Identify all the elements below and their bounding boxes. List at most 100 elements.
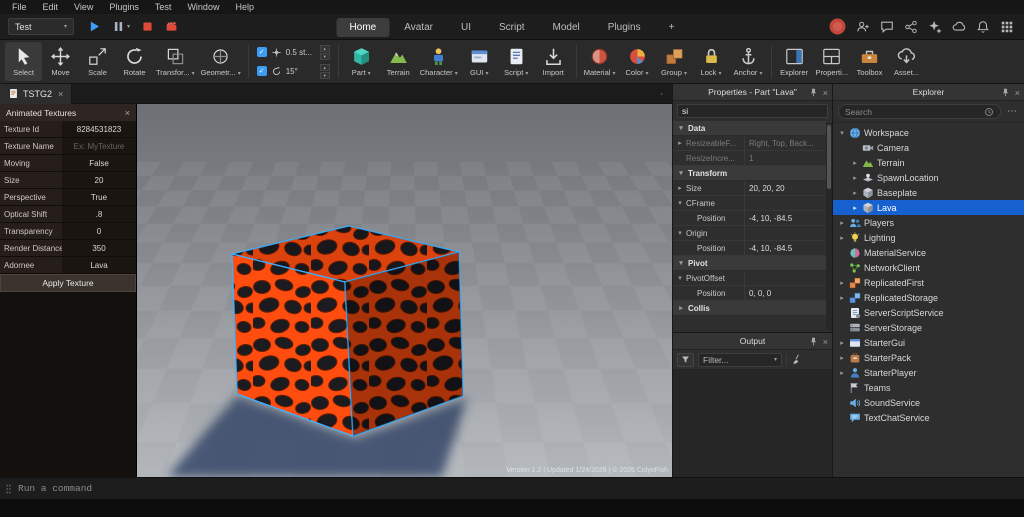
explorer-more-button[interactable]: ⋯ xyxy=(1005,106,1019,117)
ribbon-select-button[interactable]: Select xyxy=(5,42,42,81)
explorer-node-networkclient[interactable]: NetworkClient xyxy=(833,260,1024,275)
ribbon-gui-button[interactable]: GUI ▾ xyxy=(461,42,498,81)
explorer-node-baseplate[interactable]: ▸ Baseplate xyxy=(833,185,1024,200)
tab-avatar[interactable]: Avatar xyxy=(391,18,446,37)
ribbon-material-button[interactable]: Material ▾ xyxy=(581,42,619,81)
explorer-node-starterplayer[interactable]: ▸ StarterPlayer xyxy=(833,365,1024,380)
chevron-right-icon[interactable]: ▸ xyxy=(851,174,859,182)
close-icon[interactable]: × xyxy=(125,108,130,118)
viewport-3d[interactable]: Version 1.2 | Updated 1/24/2026 | © 2026… xyxy=(137,104,672,477)
close-icon[interactable]: × xyxy=(823,88,828,98)
prop-row-resizeincre[interactable]: ResizeIncre... 1 xyxy=(673,151,832,166)
ribbon-toolbox-button[interactable]: Toolbox xyxy=(851,42,888,81)
pin-icon[interactable] xyxy=(809,337,818,346)
prop-value[interactable] xyxy=(745,226,832,240)
clapper-button[interactable] xyxy=(165,20,178,33)
command-bar-input[interactable] xyxy=(18,483,1019,494)
explorer-node-replicatedfirst[interactable]: ▸ ReplicatedFirst xyxy=(833,275,1024,290)
plugin-input-texture-name[interactable]: Ex: MyTexture xyxy=(62,138,136,154)
notifications-button[interactable] xyxy=(976,20,990,34)
command-bar[interactable] xyxy=(0,477,1024,499)
tab-model[interactable]: Model xyxy=(540,18,593,37)
chevron-right-icon[interactable]: ▸ xyxy=(851,159,859,167)
prop-value[interactable]: 1 xyxy=(745,151,832,165)
explorer-node-starterpack[interactable]: ▸ StarterPack xyxy=(833,350,1024,365)
invite-button[interactable] xyxy=(856,20,870,34)
menu-edit[interactable]: Edit xyxy=(35,0,67,14)
menu-help[interactable]: Help xyxy=(227,0,262,14)
explorer-node-materialservice[interactable]: MaterialService xyxy=(833,245,1024,260)
properties-header[interactable]: Properties - Part "Lava" × xyxy=(673,84,832,101)
feedback-button[interactable] xyxy=(880,20,894,34)
chevron-right-icon[interactable]: ▸ xyxy=(838,294,846,302)
prop-row-pivotoffset[interactable]: ▾ PivotOffset xyxy=(673,271,832,286)
grip-handle-icon[interactable] xyxy=(5,482,12,496)
pin-icon[interactable] xyxy=(809,88,818,97)
share-button[interactable] xyxy=(904,20,918,34)
snap-value[interactable]: 0.5 st... xyxy=(286,48,316,57)
ribbon-anchor-button[interactable]: Anchor ▾ xyxy=(730,42,767,81)
close-icon[interactable]: × xyxy=(823,337,828,347)
ribbon-transfor-button[interactable]: Transfor... ▾ xyxy=(153,42,198,81)
pin-icon[interactable] xyxy=(1001,88,1010,97)
prop-row-size[interactable]: ▸ Size 20, 20, 20 xyxy=(673,181,832,196)
chevron-right-icon[interactable]: ▸ xyxy=(838,234,846,242)
close-icon[interactable]: × xyxy=(58,89,63,99)
ribbon-import-button[interactable]: Import xyxy=(535,42,572,81)
prop-row-position[interactable]: Position -4, 10, -84.5 xyxy=(673,241,832,256)
tab-script[interactable]: Script xyxy=(486,18,538,37)
explorer-node-lava[interactable]: ▸ Lava xyxy=(833,200,1024,215)
plugin-input-perspective[interactable]: True xyxy=(62,189,136,205)
prop-section-transform[interactable]: ▾ Transform xyxy=(673,166,832,181)
explorer-node-teams[interactable]: Teams xyxy=(833,380,1024,395)
ribbon-scale-button[interactable]: Scale xyxy=(79,42,116,81)
chevron-right-icon[interactable]: ▸ xyxy=(851,189,859,197)
explorer-node-players[interactable]: ▸ Players xyxy=(833,215,1024,230)
prop-section-data[interactable]: ▾ Data xyxy=(673,121,832,136)
prop-row-origin[interactable]: ▾ Origin xyxy=(673,226,832,241)
explorer-node-spawnlocation[interactable]: ▸ SpawnLocation xyxy=(833,170,1024,185)
prop-row-cframe[interactable]: ▾ CFrame xyxy=(673,196,832,211)
explorer-header[interactable]: Explorer × xyxy=(833,84,1024,101)
chevron-right-icon[interactable]: ▸ xyxy=(838,354,846,362)
explorer-node-replicatedstorage[interactable]: ▸ ReplicatedStorage xyxy=(833,290,1024,305)
apps-button[interactable] xyxy=(1000,20,1014,34)
ribbon-properti-button[interactable]: Properti... xyxy=(813,42,852,81)
plugin-input-adornee[interactable]: Lava xyxy=(62,257,136,273)
ribbon-asset-button[interactable]: Asset... xyxy=(888,42,925,81)
doc-tab-tstg2[interactable]: TSTG2 × xyxy=(0,83,73,104)
ribbon-geometr-button[interactable]: Geometr... ▾ xyxy=(198,42,244,81)
chevron-down-icon[interactable]: ▾ xyxy=(838,129,846,137)
explorer-node-textchatservice[interactable]: TextChatService xyxy=(833,410,1024,425)
snap-value[interactable]: 15° xyxy=(286,67,316,76)
plugin-input-optical-shift[interactable]: .8 xyxy=(62,206,136,222)
prop-value[interactable]: -4, 10, -84.5 xyxy=(745,241,832,255)
chevron-right-icon[interactable]: ▸ xyxy=(838,279,846,287)
menu-plugins[interactable]: Plugins xyxy=(101,0,147,14)
lava-part-cube[interactable] xyxy=(137,104,672,477)
properties-search[interactable] xyxy=(677,104,828,118)
ribbon-move-button[interactable]: Move xyxy=(42,42,79,81)
gear-icon[interactable] xyxy=(660,88,672,100)
filter-funnel-button[interactable] xyxy=(677,352,694,367)
prop-value[interactable]: 20, 20, 20 xyxy=(745,181,832,195)
prop-value[interactable]: -4, 10, -84.5 xyxy=(745,211,832,225)
plugin-input-size[interactable]: 20 xyxy=(62,172,136,188)
prop-value[interactable]: Right, Top, Back... xyxy=(745,136,832,150)
plugin-input-transparency[interactable]: 0 xyxy=(62,223,136,239)
explorer-node-lighting[interactable]: ▸ Lighting xyxy=(833,230,1024,245)
explorer-search-input[interactable] xyxy=(845,106,981,117)
plugin-input-moving[interactable]: False xyxy=(62,155,136,171)
close-icon[interactable]: × xyxy=(1015,88,1020,98)
prop-value[interactable]: 0, 0, 0 xyxy=(745,286,832,300)
clear-output-icon[interactable] xyxy=(791,354,803,366)
menu-file[interactable]: File xyxy=(4,0,35,14)
apply-texture-button[interactable]: Apply Texture xyxy=(0,274,136,292)
prop-row-position[interactable]: Position -4, 10, -84.5 xyxy=(673,211,832,226)
prop-value[interactable] xyxy=(745,271,832,285)
output-log-area[interactable] xyxy=(673,370,832,477)
ribbon-color-button[interactable]: Color ▾ xyxy=(619,42,656,81)
cloud-button[interactable] xyxy=(952,20,966,34)
prop-row-position[interactable]: Position 0, 0, 0 xyxy=(673,286,832,301)
properties-search-input[interactable] xyxy=(682,106,823,116)
